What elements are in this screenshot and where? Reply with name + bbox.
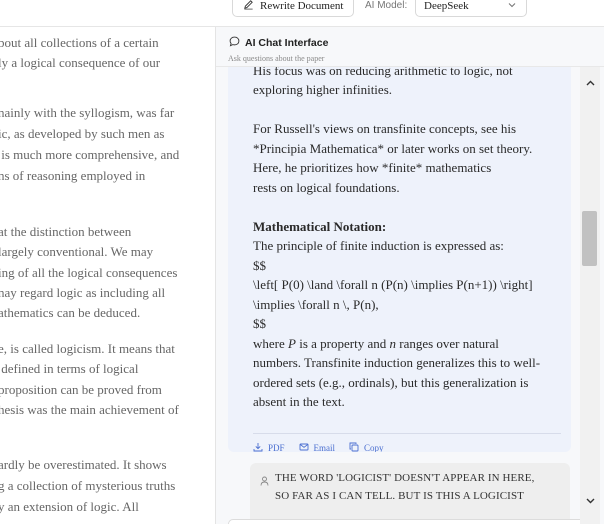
chevron-up-icon[interactable]: [586, 75, 595, 86]
message-actions: PDF Email Copy: [253, 442, 384, 452]
top-toolbar: Rewrite Document AI Model: DeepSeek: [0, 0, 604, 27]
copy-icon: [349, 442, 359, 452]
document-line: g a collection of mysterious truths: [0, 478, 176, 493]
email-button[interactable]: Email: [299, 442, 336, 452]
chat-bubble-icon: [229, 36, 240, 50]
document-line: y an extension of logic. All: [0, 499, 139, 514]
chat-scrollbar[interactable]: [580, 67, 600, 524]
ai-model-select[interactable]: DeepSeek: [415, 0, 527, 17]
document-line: at the distinction between: [0, 224, 132, 239]
document-line: ns of reasoning employed in: [0, 168, 146, 183]
message-divider: [253, 433, 561, 434]
rewrite-document-button[interactable]: Rewrite Document: [232, 0, 355, 17]
message-line: *Principia Mathematica* or later works o…: [253, 141, 533, 156]
document-line: ic, as developed by such men as: [0, 126, 165, 141]
document-line: ardly be overestimated. It shows: [0, 457, 167, 472]
user-icon: [260, 473, 269, 486]
document-line: defined in terms of logical: [0, 361, 139, 376]
document-line: is much more comprehensive, and: [0, 147, 180, 162]
message-line: absent in the text.: [253, 394, 345, 409]
pdf-button[interactable]: PDF: [253, 442, 285, 452]
chat-input[interactable]: [228, 519, 586, 524]
message-line: $$: [253, 316, 266, 331]
document-line: bout all collections of a certain: [0, 35, 159, 50]
document-line: ing of all the logical consequences: [0, 265, 178, 280]
chat-panel: His focus was on reducing arithmetic to …: [216, 27, 604, 524]
document-line: proposition can be proved from: [0, 382, 162, 397]
user-message-line: SO FAR AS I CAN TELL. BUT IS THIS A LOGI…: [275, 490, 524, 502]
pdf-label: PDF: [268, 443, 285, 452]
ai-model-value: DeepSeek: [424, 0, 469, 12]
chevron-down-icon[interactable]: [586, 492, 595, 504]
message-line: $$: [253, 258, 266, 273]
message-line: numbers. Transfinite induction generaliz…: [253, 355, 541, 370]
document-pane: bout all collections of a certain ly a l…: [0, 27, 216, 524]
chat-subtitle: Ask questions about the paper: [228, 54, 325, 63]
chevron-down-icon: [507, 0, 517, 10]
message-line: exploring higher infinities.: [253, 82, 393, 97]
message-line: \left[ P(0) \land \forall n (P(n) \impli…: [253, 277, 533, 292]
user-message-line: THE WORD 'LOGICIST' DOESN'T APPEAR IN HE…: [275, 472, 535, 484]
message-line: For Russell's views on transfinite conce…: [253, 121, 517, 136]
assistant-message: His focus was on reducing arithmetic to …: [228, 41, 571, 452]
rewrite-document-label: Rewrite Document: [260, 0, 344, 12]
pencil-icon: [243, 0, 254, 13]
user-message: THE WORD 'LOGICIST' DOESN'T APPEAR IN HE…: [250, 463, 570, 524]
copy-label: Copy: [364, 443, 384, 452]
download-icon: [253, 442, 263, 452]
document-line: athematics can be deduced.: [0, 305, 141, 320]
chat-title-text: AI Chat Interface: [245, 37, 329, 49]
message-line: The principle of finite induction is exp…: [253, 238, 504, 253]
copy-button[interactable]: Copy: [349, 442, 384, 452]
message-line: rests on logical foundations.: [253, 180, 400, 195]
ai-model-label: AI Model:: [365, 0, 408, 11]
message-line: \implies \forall n \, P(n),: [253, 297, 379, 312]
scrollbar-thumb[interactable]: [582, 211, 597, 266]
document-line: ly a logical consequence of our: [0, 55, 161, 70]
document-line: hesis was the main achievement of: [0, 402, 179, 417]
document-line: largely conventional. We may: [0, 244, 154, 259]
chat-header: AI Chat Interface Ask questions about th…: [216, 27, 604, 67]
email-label: Email: [313, 443, 336, 452]
message-line: ordered sets (e.g., ordinals), but this …: [253, 375, 529, 390]
chat-title: AI Chat Interface: [229, 36, 328, 50]
document-line: nainly with the syllogism, was far: [0, 105, 175, 120]
document-line: e, is called logicism. It means that: [0, 341, 175, 356]
message-line: Here, he prioritizes how *finite* mathem…: [253, 160, 492, 175]
mail-icon: [299, 442, 309, 452]
message-line: where P is a property and n ranges over …: [253, 336, 499, 351]
document-line: nay regard logic as including all: [0, 285, 166, 300]
message-heading: Mathematical Notation:: [253, 219, 387, 234]
